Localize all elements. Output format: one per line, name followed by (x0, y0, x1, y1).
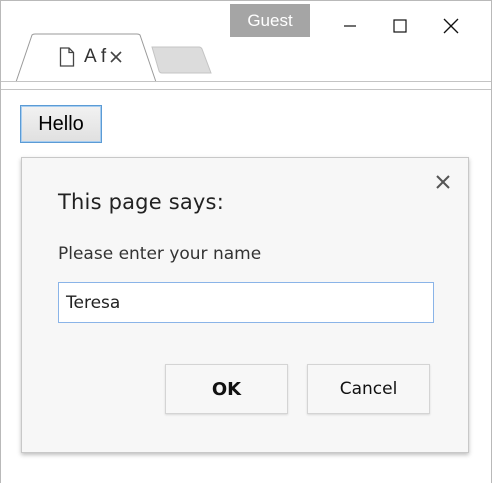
tab-title: A f (84, 46, 107, 67)
dialog-message: Please enter your name (58, 244, 262, 264)
cancel-button[interactable]: Cancel (307, 364, 430, 414)
minimize-icon (344, 25, 356, 27)
window-close-button[interactable] (428, 9, 474, 43)
close-icon (443, 18, 459, 34)
dialog-close-button[interactable] (434, 173, 452, 191)
browser-window: Guest A f Hello This page says: Please e… (0, 0, 492, 483)
active-tab[interactable]: A f (15, 33, 157, 83)
dialog-title: This page says: (58, 190, 224, 214)
tab-strip-border (1, 81, 491, 82)
page-icon (59, 47, 75, 67)
page-content: Hello This page says: Please enter your … (1, 91, 491, 483)
toolbar-border (1, 89, 491, 90)
tab-close-button[interactable] (107, 48, 125, 66)
name-input[interactable]: Teresa (58, 282, 434, 323)
prompt-dialog: This page says: Please enter your name T… (21, 157, 469, 453)
title-bar: Guest A f (1, 1, 491, 83)
hello-button[interactable]: Hello (20, 105, 102, 143)
minimize-button[interactable] (327, 9, 373, 43)
maximize-icon (393, 19, 407, 33)
new-tab-button[interactable] (151, 46, 213, 74)
guest-profile-badge[interactable]: Guest (230, 4, 310, 37)
maximize-button[interactable] (377, 9, 423, 43)
ok-button[interactable]: OK (165, 364, 288, 414)
close-icon (436, 175, 450, 189)
tab-close-icon (110, 51, 122, 63)
